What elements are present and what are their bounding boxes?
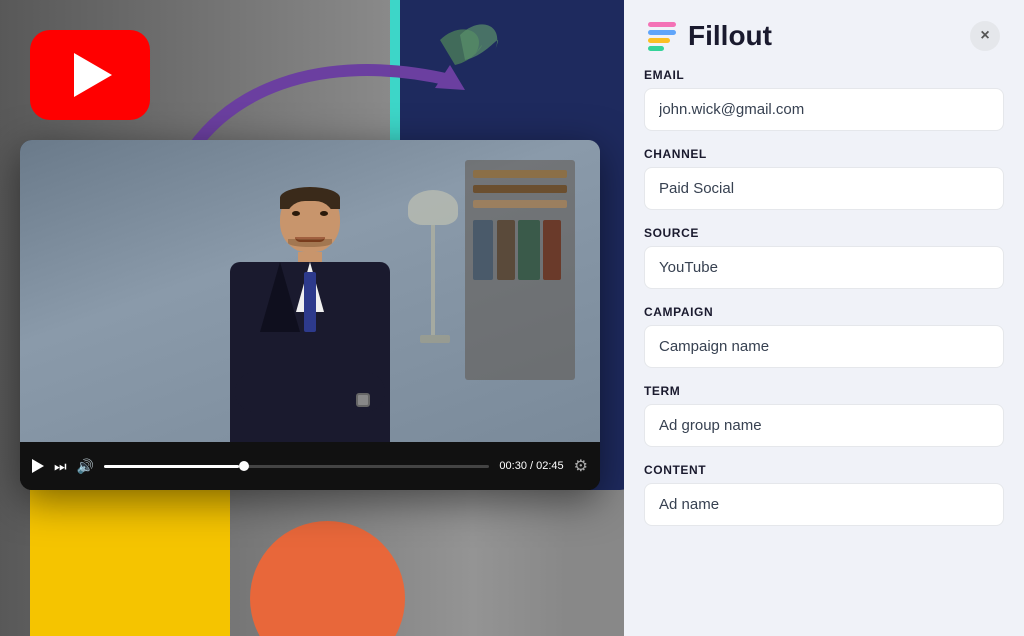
campaign-input[interactable] <box>644 325 1004 368</box>
content-label: CONTENT <box>644 463 1004 477</box>
fillout-logo-icon <box>648 22 676 51</box>
term-input[interactable] <box>644 404 1004 447</box>
channel-input[interactable] <box>644 167 1004 210</box>
source-field: SOURCE <box>644 226 1004 289</box>
lamp <box>420 190 445 340</box>
bookshelf <box>465 160 575 380</box>
term-label: TERM <box>644 384 1004 398</box>
left-section: ⏭ 🔊 00:30 / 02:45 ⚙ <box>0 0 630 636</box>
play-button[interactable] <box>32 459 44 473</box>
youtube-logo <box>30 30 150 120</box>
email-label: EMAIL <box>644 68 1004 82</box>
progress-bar[interactable] <box>104 465 489 468</box>
form-header: Fillout × <box>624 0 1024 68</box>
video-player[interactable]: ⏭ 🔊 00:30 / 02:45 ⚙ <box>20 140 600 490</box>
channel-label: CHANNEL <box>644 147 1004 161</box>
progress-dot <box>239 461 249 471</box>
fillout-brand-name: Fillout <box>688 20 772 52</box>
logo-line-green <box>648 46 664 51</box>
campaign-field: CAMPAIGN <box>644 305 1004 368</box>
youtube-play-icon <box>74 53 112 97</box>
channel-field: CHANNEL <box>644 147 1004 210</box>
video-controls-bar[interactable]: ⏭ 🔊 00:30 / 02:45 ⚙ <box>20 442 600 490</box>
video-content <box>20 140 600 442</box>
content-input[interactable] <box>644 483 1004 526</box>
logo-line-yellow <box>648 38 670 43</box>
right-panel: Fillout × EMAIL CHANNEL SOURCE CAMPAIGN … <box>624 0 1024 636</box>
volume-icon[interactable]: 🔊 <box>77 458 94 475</box>
source-input[interactable] <box>644 246 1004 289</box>
fillout-brand: Fillout <box>648 20 772 52</box>
video-time: 00:30 / 02:45 <box>499 460 563 472</box>
source-label: SOURCE <box>644 226 1004 240</box>
person <box>230 187 390 442</box>
email-input[interactable] <box>644 88 1004 131</box>
email-field: EMAIL <box>644 68 1004 131</box>
logo-line-blue <box>648 30 676 35</box>
settings-icon[interactable]: ⚙ <box>574 456 588 476</box>
close-button[interactable]: × <box>970 21 1000 51</box>
content-field: CONTENT <box>644 463 1004 526</box>
term-field: TERM <box>644 384 1004 447</box>
campaign-label: CAMPAIGN <box>644 305 1004 319</box>
logo-line-pink <box>648 22 676 27</box>
form-body: EMAIL CHANNEL SOURCE CAMPAIGN TERM CONTE… <box>624 68 1024 546</box>
progress-fill <box>104 465 239 468</box>
skip-button[interactable]: ⏭ <box>54 458 67 475</box>
